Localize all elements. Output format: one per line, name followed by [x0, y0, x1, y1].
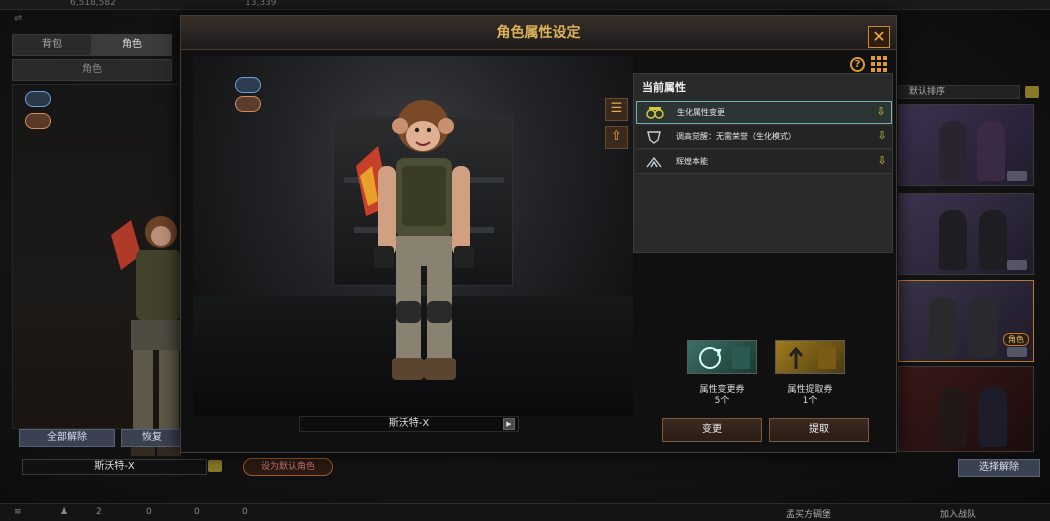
- card-tag-icon: [1007, 260, 1027, 270]
- character-portrait: [979, 387, 1007, 447]
- character-portrait: [929, 297, 957, 357]
- monkey-soldier-character: [356, 100, 474, 380]
- character-card[interactable]: [898, 193, 1034, 275]
- extract-button[interactable]: 提取: [769, 418, 869, 442]
- attribute-label: 调高觉醒：无需荣誉（生化模式）: [676, 132, 796, 141]
- current-attributes-panel: 当前属性 生化属性变更 ⇩ 调高觉醒：无需荣誉（生化模式） ⇩ 辉煌本能 ⇩: [633, 73, 893, 253]
- change-ticket-count: 5个: [714, 396, 730, 406]
- current-attributes-title: 当前属性: [642, 81, 686, 94]
- change-button[interactable]: 变更: [662, 418, 762, 442]
- unequip-all-button[interactable]: 全部解除: [19, 429, 115, 447]
- restore-button[interactable]: 恢复: [121, 429, 183, 447]
- currency-gp: 6,518,582: [70, 0, 116, 8]
- dialog-title: 角色属性设定: [496, 25, 581, 41]
- character-portrait: [977, 121, 1005, 181]
- change-ticket-icon: [699, 347, 750, 369]
- biohazard-icon: [646, 107, 664, 119]
- player-count: 2: [96, 507, 102, 517]
- close-button[interactable]: ✕: [868, 26, 890, 48]
- card-tag-icon: [1007, 347, 1027, 357]
- set-default-character-button[interactable]: 设为默认角色: [243, 458, 333, 476]
- extract-ticket-count: 1个: [802, 396, 818, 406]
- join-clan-label[interactable]: 加入战队: [940, 507, 976, 520]
- attribute-label: 生化属性变更: [677, 108, 725, 117]
- goggles-icon[interactable]: [235, 77, 261, 93]
- count-c: 0: [194, 507, 200, 517]
- link-icon[interactable]: ⇌: [14, 13, 22, 24]
- character-portrait: [939, 210, 967, 270]
- character-portrait: [939, 121, 967, 181]
- help-icon[interactable]: ?: [850, 57, 865, 72]
- attribute-label: 辉煌本能: [676, 157, 708, 166]
- download-icon[interactable]: ⇩: [876, 130, 888, 143]
- character-name-field: 斯沃特-X: [22, 459, 207, 475]
- top-status-bar: 6,518,582 13,339: [0, 0, 1050, 10]
- list-menu-button[interactable]: ☰: [605, 98, 628, 121]
- wings-icon: [646, 156, 662, 168]
- character-card[interactable]: [898, 366, 1034, 452]
- count-d: 0: [242, 507, 248, 517]
- character-card[interactable]: [898, 104, 1034, 186]
- sort-dropdown[interactable]: 默认排序: [898, 85, 1020, 99]
- person-icon: ♟: [60, 507, 69, 517]
- character-name-label: 斯沃特-X: [299, 416, 519, 432]
- role-tag: 角色: [1003, 333, 1029, 346]
- attribute-row[interactable]: 辉煌本能 ⇩: [636, 151, 892, 174]
- character-preview-bg: [12, 84, 182, 456]
- menu-icon[interactable]: [208, 460, 222, 472]
- monkey-badge-icon: [25, 113, 51, 129]
- character-portrait: [979, 210, 1007, 270]
- goggles-icon: [25, 91, 51, 107]
- attribute-extract-ticket[interactable]: [775, 340, 845, 374]
- menu-lines-icon[interactable]: ≡: [14, 507, 22, 517]
- game-screen: 6,518,582 13,339 ⇌ 背包 角色 角色 全部解除 恢复 斯沃特-…: [0, 0, 1050, 521]
- attribute-change-ticket[interactable]: [687, 340, 757, 374]
- list-menu-icon[interactable]: [1025, 86, 1039, 98]
- bottom-status-bar: ≡ ♟ 2 0 0 0 孟买方碉堡 加入战队: [0, 503, 1050, 521]
- mode-label[interactable]: 孟买方碉堡: [786, 507, 831, 520]
- character-portrait: [939, 387, 967, 447]
- shield-icon: [647, 131, 661, 144]
- tab-backpack[interactable]: 背包: [12, 34, 92, 56]
- select-unlock-button[interactable]: 选择解除: [958, 459, 1040, 477]
- card-tag-icon: [1007, 171, 1027, 181]
- grid-menu-icon[interactable]: [871, 56, 887, 72]
- inventory-tabs: 背包 角色: [12, 34, 172, 56]
- character-3d-view[interactable]: [193, 56, 633, 416]
- dialog-header: 角色属性设定: [181, 16, 896, 50]
- download-icon[interactable]: ⇩: [875, 106, 887, 119]
- next-character-button[interactable]: ▶: [503, 418, 515, 430]
- currency-coins: 13,339: [245, 0, 277, 8]
- count-b: 0: [146, 507, 152, 517]
- monkey-badge-icon[interactable]: [235, 96, 261, 112]
- character-attribute-dialog: 角色属性设定 ✕ ? ☰ ⇧ 斯沃特-X ▶ 当前属性 生化属性变更 ⇩ 调高觉…: [180, 15, 897, 453]
- tab-character[interactable]: 角色: [92, 34, 172, 56]
- download-icon[interactable]: ⇩: [876, 155, 888, 168]
- upgrade-button[interactable]: ⇧: [605, 126, 628, 149]
- attribute-row[interactable]: 调高觉醒：无需荣誉（生化模式） ⇩: [636, 126, 892, 149]
- extract-ticket-icon: [788, 346, 836, 369]
- character-card-selected[interactable]: 角色: [898, 280, 1034, 362]
- character-portrait: [969, 297, 997, 357]
- character-subtab[interactable]: 角色: [12, 59, 172, 81]
- attribute-row[interactable]: 生化属性变更 ⇩: [636, 101, 892, 124]
